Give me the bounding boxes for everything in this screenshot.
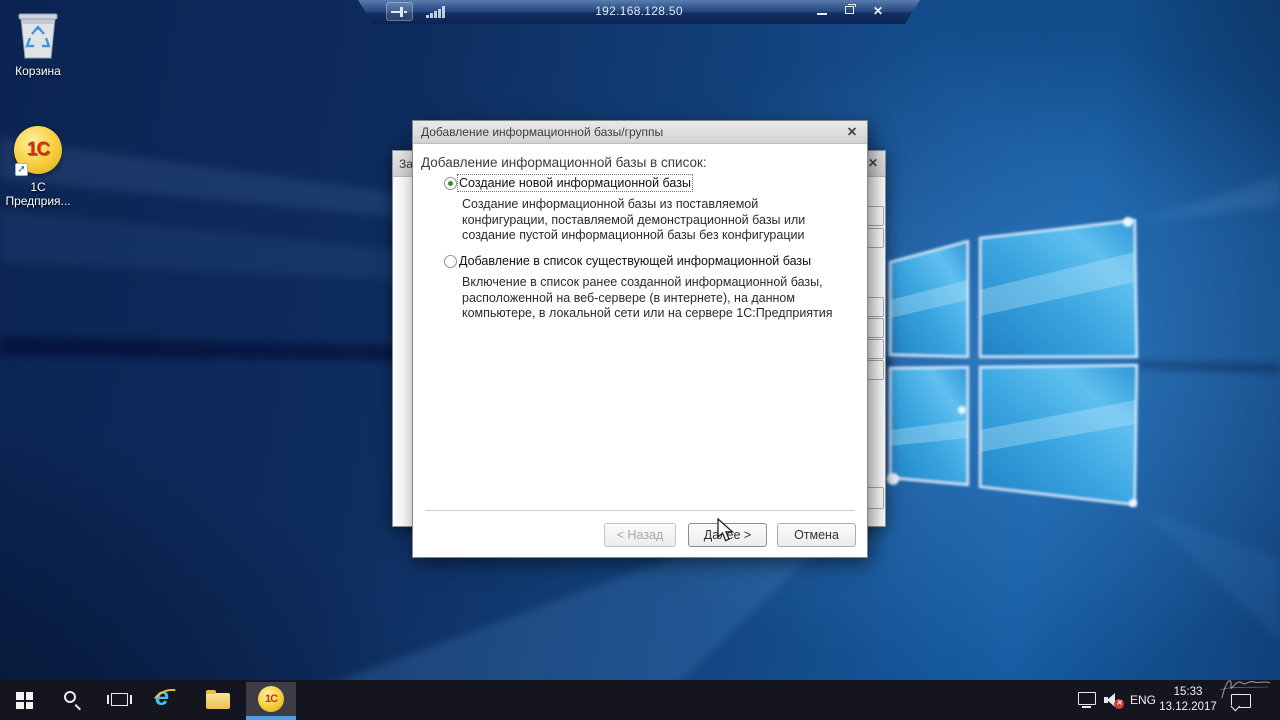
- tray-time: 15:33: [1152, 685, 1224, 700]
- taskbar-item-internet-explorer[interactable]: e: [146, 680, 190, 720]
- search-button[interactable]: [50, 680, 94, 720]
- radio-add-existing-infobase[interactable]: [444, 255, 457, 268]
- taskbar-item-1c-active[interactable]: 1С: [246, 682, 296, 716]
- action-center-icon[interactable]: [1231, 694, 1251, 708]
- start-button[interactable]: [2, 680, 46, 720]
- volume-muted-icon[interactable]: ✕: [1104, 693, 1124, 707]
- footer-separator: [425, 510, 855, 512]
- shortcut-arrow-icon: ➚: [15, 163, 28, 176]
- dialog-body: Добавление информационной базы в список:…: [413, 145, 867, 557]
- dialog-close-icon[interactable]: ✕: [843, 124, 861, 141]
- back-button: < Назад: [604, 523, 676, 547]
- desktop-icon-label-line2: Предприя...: [0, 194, 76, 208]
- description-create-new: Создание информационной базы из поставля…: [462, 197, 805, 244]
- recycle-bin-icon: [0, 10, 76, 60]
- desktop-icon-1c-enterprise[interactable]: 1С ➚ 1С Предприя...: [0, 126, 76, 208]
- minimize-button[interactable]: [812, 3, 832, 19]
- active-app-underline: [246, 716, 296, 720]
- taskbar-item-file-explorer[interactable]: [196, 680, 240, 720]
- 1c-icon: 1С ➚: [0, 126, 76, 176]
- dialog-title: Добавление информационной базы/группы: [421, 125, 663, 139]
- desktop-screen: Корзина 1С ➚ 1С Предприя... 192.168.128.…: [0, 0, 1280, 720]
- desktop-icon-recycle-bin[interactable]: Корзина: [0, 10, 76, 78]
- description-add-existing: Включение в список ранее созданной инфор…: [462, 275, 833, 322]
- mouse-cursor: [716, 518, 738, 544]
- file-explorer-icon: [206, 693, 230, 709]
- network-icon[interactable]: [1078, 692, 1096, 705]
- tray-date: 13.12.2017: [1152, 700, 1224, 715]
- radio-label-add-existing[interactable]: Добавление в список существующей информа…: [459, 254, 811, 268]
- radio-create-new-infobase[interactable]: [444, 177, 457, 190]
- launcher-title: За: [399, 157, 413, 171]
- windows-logo-icon: [16, 692, 33, 709]
- 1c-taskbar-icon: 1С: [258, 686, 284, 712]
- desktop-icon-label-line1: 1С: [0, 180, 76, 194]
- close-icon[interactable]: ✕: [868, 3, 888, 19]
- dialog-heading: Добавление информационной базы в список:: [421, 155, 707, 170]
- 1c-logo-text: 1С: [14, 139, 62, 161]
- clock[interactable]: 15:33 13.12.2017: [1152, 685, 1224, 715]
- task-view-button[interactable]: [98, 680, 142, 720]
- internet-explorer-icon: e: [155, 683, 169, 712]
- taskbar: e 1С ✕ ENG 15:33 13.12.2017: [0, 680, 1280, 720]
- desktop-icon-label: Корзина: [0, 64, 76, 78]
- remote-ip-address: 192.168.128.50: [358, 4, 920, 18]
- dialog-titlebar[interactable]: Добавление информационной базы/группы: [413, 121, 867, 144]
- cancel-button[interactable]: Отмена: [777, 523, 856, 547]
- radio-label-create-new[interactable]: Создание новой информационной базы: [459, 176, 691, 190]
- restore-button[interactable]: [840, 3, 860, 19]
- task-view-icon: [111, 693, 128, 706]
- search-icon: [64, 691, 76, 703]
- remote-session-titlebar[interactable]: 192.168.128.50 ✕: [358, 0, 920, 24]
- add-infobase-dialog: Добавление информационной базы/группы ✕ …: [412, 120, 868, 558]
